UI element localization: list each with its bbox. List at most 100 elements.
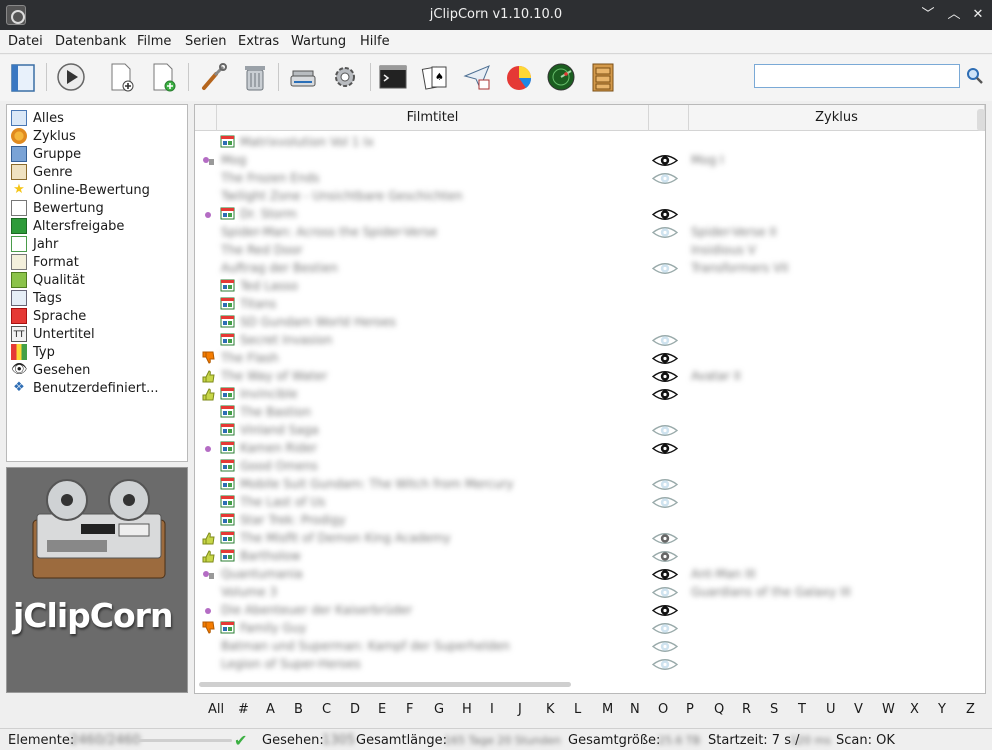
alphabet-filter-a[interactable]: A <box>266 702 275 717</box>
alphabet-filter-o[interactable]: O <box>658 702 668 717</box>
table-row[interactable]: The Last of Us <box>195 493 975 511</box>
alphabet-filter-t[interactable]: T <box>798 702 806 717</box>
radar-icon[interactable] <box>544 60 578 94</box>
sidebar-item-typ[interactable]: Typ <box>11 343 183 361</box>
alphabet-filter-m[interactable]: M <box>602 702 613 717</box>
table-row[interactable]: Bartholow <box>195 547 975 565</box>
menu-datenbank[interactable]: Datenbank <box>55 34 126 49</box>
header-filmtitel[interactable]: Filmtitel <box>217 105 649 131</box>
settings-gear-icon[interactable] <box>328 60 362 94</box>
table-row[interactable]: Auftrag der Bestien Transformers VII <box>195 259 975 277</box>
sidebar-item-gesehen[interactable]: 👁 Gesehen <box>11 361 183 379</box>
table-row[interactable]: Kamen Rider <box>195 439 975 457</box>
alphabet-filter-h[interactable]: H <box>462 702 472 717</box>
alphabet-filter-hash[interactable]: # <box>238 702 249 717</box>
add-series-icon[interactable] <box>146 60 180 94</box>
table-row[interactable]: Dr. Storm <box>195 205 975 223</box>
table-row[interactable]: Matrixvolution Vol 1 Ix <box>195 133 975 151</box>
alphabet-filter-i[interactable]: I <box>490 702 494 717</box>
sidebar-item-bewertung[interactable]: Bewertung <box>11 199 183 217</box>
search-input[interactable] <box>754 64 960 88</box>
horizontal-scrollbar[interactable] <box>199 682 571 687</box>
table-row[interactable]: The Flash <box>195 349 975 367</box>
tools-icon[interactable] <box>196 60 230 94</box>
menu-wartung[interactable]: Wartung <box>291 34 346 49</box>
sidebar-item-tags[interactable]: Tags <box>11 289 183 307</box>
alphabet-filter-b[interactable]: B <box>294 702 303 717</box>
cards-icon[interactable]: ♠ <box>418 60 452 94</box>
statistics-pie-icon[interactable] <box>502 60 536 94</box>
alphabet-filter-y[interactable]: Y <box>938 702 946 717</box>
table-row[interactable]: Die Abenteuer der Kaiserbrüder <box>195 601 975 619</box>
add-movie-icon[interactable] <box>104 60 138 94</box>
cabinet-icon[interactable] <box>586 60 620 94</box>
header-status-column[interactable] <box>195 105 217 131</box>
alphabet-filter-j[interactable]: J <box>518 702 522 717</box>
table-row[interactable]: Family Guy <box>195 619 975 637</box>
table-row[interactable]: Spider-Man: Across the Spider-Verse Spide… <box>195 223 975 241</box>
sidebar-item-sprache[interactable]: Sprache <box>11 307 183 325</box>
alphabet-filter-e[interactable]: E <box>378 702 386 717</box>
table-row[interactable]: Mobile Suit Gundam: The Witch from Mercu… <box>195 475 975 493</box>
sidebar-item-online-bewertung[interactable]: ★ Online-Bewertung <box>11 181 183 199</box>
sidebar-item-qualität[interactable]: Qualität <box>11 271 183 289</box>
alphabet-filter-x[interactable]: X <box>910 702 919 717</box>
alphabet-filter-l[interactable]: L <box>574 702 581 717</box>
alphabet-filter-w[interactable]: W <box>882 702 895 717</box>
table-row[interactable]: Titans <box>195 295 975 313</box>
sidebar-item-gruppe[interactable]: Gruppe <box>11 145 183 163</box>
play-icon[interactable] <box>54 60 88 94</box>
alphabet-filter-n[interactable]: N <box>630 702 640 717</box>
alphabet-filter-k[interactable]: K <box>546 702 555 717</box>
table-row[interactable]: The Misfit of Demon King Academy <box>195 529 975 547</box>
table-row[interactable]: The Bastion <box>195 403 975 421</box>
table-row[interactable]: Volume 3 Guardians of the Galaxy III <box>195 583 975 601</box>
alphabet-filter-q[interactable]: Q <box>714 702 724 717</box>
alphabet-filter-u[interactable]: U <box>826 702 836 717</box>
table-row[interactable]: Invincible <box>195 385 975 403</box>
trash-icon[interactable] <box>238 60 272 94</box>
table-row[interactable]: The Way of Water Avatar II <box>195 367 975 385</box>
alphabet-filter-g[interactable]: G <box>434 702 444 717</box>
terminal-icon[interactable] <box>376 60 410 94</box>
maximize-button[interactable]: ︿ <box>944 5 964 25</box>
alphabet-filter-c[interactable]: C <box>322 702 331 717</box>
table-row[interactable]: Quantumania Ant-Man III <box>195 565 975 583</box>
alphabet-filter-all[interactable]: All <box>208 702 224 717</box>
sidebar-item-format[interactable]: Format <box>11 253 183 271</box>
table-row[interactable]: Mog Mog I <box>195 151 975 169</box>
menu-datei[interactable]: Datei <box>8 34 43 49</box>
menu-serien[interactable]: Serien <box>185 34 226 49</box>
minimize-button[interactable]: ﹀ <box>918 5 938 25</box>
table-row[interactable]: Star Trek: Prodigy <box>195 511 975 529</box>
sidebar-item-genre[interactable]: Genre <box>11 163 183 181</box>
table-row[interactable]: Secret Invasion <box>195 331 975 349</box>
sidebar-item-altersfreigabe[interactable]: Altersfreigabe <box>11 217 183 235</box>
table-row[interactable]: The Frozen Ends <box>195 169 975 187</box>
open-database-icon[interactable] <box>6 60 40 94</box>
header-zyklus[interactable]: Zyklus <box>689 105 985 131</box>
close-button[interactable]: ✕ <box>968 5 988 25</box>
table-row[interactable]: Batman und Superman: Kampf der Superheld… <box>195 637 975 655</box>
sidebar-item-zyklus[interactable]: Zyklus <box>11 127 183 145</box>
scanner-icon[interactable] <box>286 60 320 94</box>
sidebar-item-jahr[interactable]: Jahr <box>11 235 183 253</box>
search-icon[interactable] <box>966 67 984 85</box>
table-row[interactable]: The Red Door Insidious V <box>195 241 975 259</box>
alphabet-filter-d[interactable]: D <box>350 702 360 717</box>
menu-filme[interactable]: Filme <box>137 34 171 49</box>
alphabet-filter-f[interactable]: F <box>406 702 413 717</box>
vertical-scrollbar[interactable] <box>977 109 985 131</box>
menu-hilfe[interactable]: Hilfe <box>360 34 390 49</box>
send-icon[interactable] <box>460 60 494 94</box>
alphabet-filter-v[interactable]: V <box>854 702 863 717</box>
table-row[interactable]: Ted Lasso <box>195 277 975 295</box>
sidebar-item-alles[interactable]: Alles <box>11 109 183 127</box>
table-row[interactable]: SD Gundam World Heroes <box>195 313 975 331</box>
alphabet-filter-z[interactable]: Z <box>966 702 975 717</box>
table-row[interactable]: Legion of Super-Heroes <box>195 655 975 673</box>
alphabet-filter-r[interactable]: R <box>742 702 751 717</box>
menu-extras[interactable]: Extras <box>238 34 279 49</box>
table-row[interactable]: Good Omens <box>195 457 975 475</box>
header-seen-column[interactable] <box>649 105 689 131</box>
